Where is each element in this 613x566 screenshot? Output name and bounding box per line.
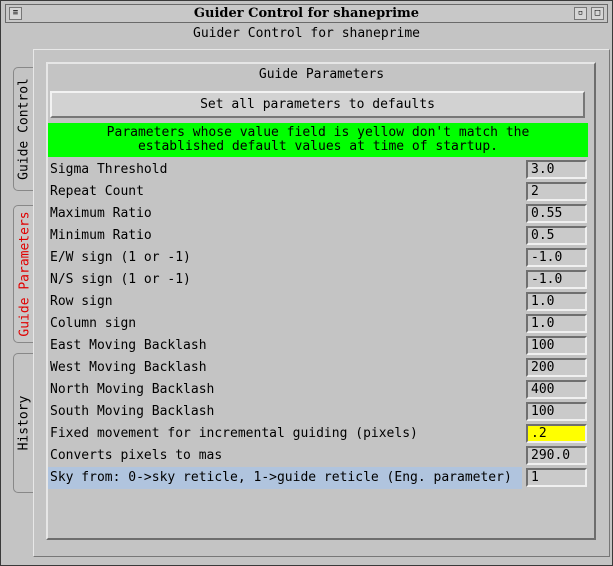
param-row-sigma-threshold: Sigma Threshold [48,159,588,181]
param-value-input[interactable] [526,314,587,333]
tab-label: Guide Control [16,78,31,180]
tab-label: Guide Parameters [17,211,32,337]
param-row-minimum-ratio: Minimum Ratio [48,225,588,247]
param-value-input[interactable] [526,402,587,421]
param-value-input[interactable] [526,292,587,311]
param-label: West Moving Backlash [50,360,207,375]
title-bar-text: Guider Control for shaneprime [193,6,420,21]
param-label: Sky from: 0->sky reticle, 1->guide retic… [48,467,522,489]
param-row-north-backlash: North Moving Backlash [48,379,588,401]
window-heading: Guider Control for shaneprime [193,26,420,41]
param-label: E/W sign (1 or -1) [50,250,191,265]
set-defaults-button[interactable]: Set all parameters to defaults [50,91,585,118]
param-label: Repeat Count [50,184,144,199]
param-value-input[interactable] [526,226,587,245]
param-row-ew-sign: E/W sign (1 or -1) [48,247,588,269]
param-row-repeat-count: Repeat Count [48,181,588,203]
param-row-east-backlash: East Moving Backlash [48,335,588,357]
param-value-input[interactable] [526,380,587,399]
mismatch-note: Parameters whose value field is yellow d… [48,123,588,157]
param-label: South Moving Backlash [50,404,215,419]
tab-guide-parameters[interactable]: Guide Parameters [13,205,35,343]
minimize-button[interactable]: ▫ [574,7,587,20]
param-row-south-backlash: South Moving Backlash [48,401,588,423]
param-value-input[interactable] [526,204,587,223]
param-label: North Moving Backlash [50,382,215,397]
param-row-ns-sign: N/S sign (1 or -1) [48,269,588,291]
param-row-fixed-movement: Fixed movement for incremental guiding (… [48,423,588,445]
param-row-maximum-ratio: Maximum Ratio [48,203,588,225]
note-line-1: Parameters whose value field is yellow d… [106,125,530,140]
param-row-row-sign: Row sign [48,291,588,313]
app-window: ≡ Guider Control for shaneprime ▫ □ Guid… [0,0,613,566]
param-label: Minimum Ratio [50,228,152,243]
tab-guide-control[interactable]: Guide Control [13,67,33,191]
group-title: Guide Parameters [258,67,385,82]
param-label: East Moving Backlash [50,338,207,353]
param-row-pixels-to-mas: Converts pixels to mas [48,445,588,467]
param-row-sky-from: Sky from: 0->sky reticle, 1->guide retic… [48,467,588,489]
title-bar[interactable]: ≡ Guider Control for shaneprime ▫ □ [5,4,608,23]
param-value-input[interactable] [526,160,587,179]
param-label: Column sign [50,316,137,331]
param-label: Converts pixels to mas [50,448,223,463]
param-label: Maximum Ratio [50,206,152,221]
tab-label: History [16,395,31,451]
param-value-input[interactable] [526,336,587,355]
param-value-input[interactable] [526,446,587,465]
maximize-button[interactable]: □ [591,7,604,20]
param-value-input[interactable] [526,358,587,377]
param-value-input[interactable] [526,248,587,267]
param-label: Fixed movement for incremental guiding (… [50,426,418,441]
tab-history[interactable]: History [13,353,33,493]
param-value-input[interactable] [526,468,587,487]
param-label: Sigma Threshold [50,162,168,177]
param-value-input[interactable] [526,424,587,443]
panel-contents: Guide Parameters Set all parameters to d… [33,49,610,557]
param-value-input[interactable] [526,270,587,289]
param-value-input[interactable] [526,182,587,201]
note-line-2: established default values at time of st… [137,139,499,154]
param-row-west-backlash: West Moving Backlash [48,357,588,379]
param-row-column-sign: Column sign [48,313,588,335]
param-label: N/S sign (1 or -1) [50,272,191,287]
param-label: Row sign [50,294,113,309]
